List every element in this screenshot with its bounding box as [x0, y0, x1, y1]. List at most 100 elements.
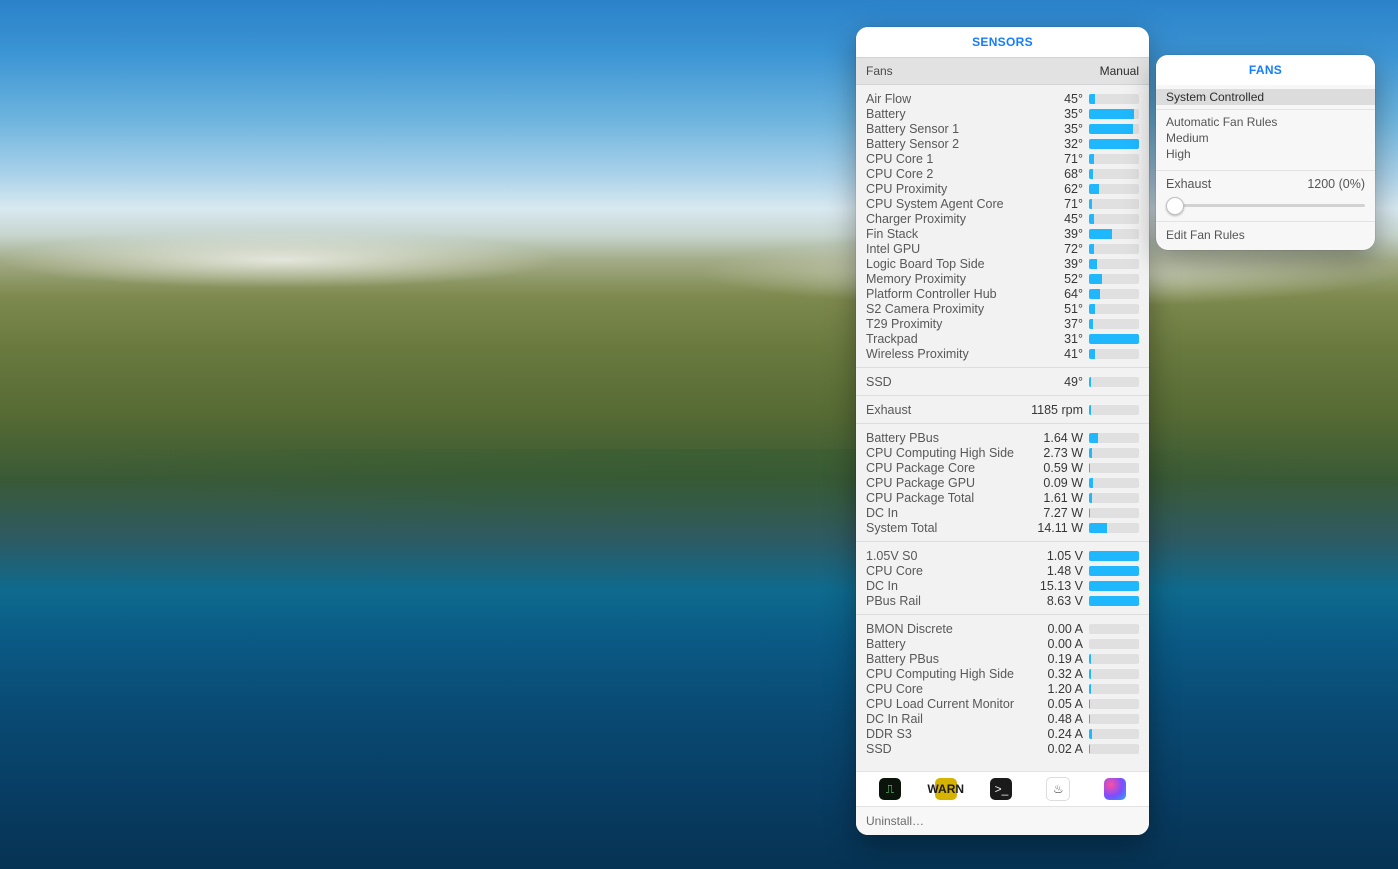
exhaust-label: Exhaust	[1166, 177, 1211, 191]
sensor-name: Battery Sensor 2	[866, 137, 1019, 151]
sensor-name: Intel GPU	[866, 242, 1019, 256]
sensor-row[interactable]: S2 Camera Proximity51°	[866, 301, 1139, 316]
sensor-name: CPU Computing High Side	[866, 667, 1019, 681]
sensor-row[interactable]: T29 Proximity37°	[866, 316, 1139, 331]
sensor-row[interactable]: Battery PBus 0.19 A	[866, 651, 1139, 666]
sensor-value: 8.63 V	[1025, 594, 1083, 608]
sensor-name: CPU Core	[866, 564, 1019, 578]
sensor-row[interactable]: Charger Proximity45°	[866, 211, 1139, 226]
sensor-row[interactable]: Battery PBus1.64 W	[866, 430, 1139, 445]
fans-title: FANS	[1156, 55, 1375, 85]
sensor-group: Battery PBus1.64 WCPU Computing High Sid…	[856, 423, 1149, 541]
sensor-row[interactable]: DDR S30.24 A	[866, 726, 1139, 741]
sensor-row[interactable]: Fin Stack39°	[866, 226, 1139, 241]
sensor-row[interactable]: BMON Discrete0.00 A	[866, 621, 1139, 636]
slider-knob[interactable]	[1166, 197, 1184, 215]
color-sync-icon[interactable]	[1104, 778, 1126, 800]
sensor-group: Air Flow45°Battery35°Battery Sensor 135°…	[856, 85, 1149, 367]
sensor-value: 0.02 A	[1025, 742, 1083, 756]
sensor-row[interactable]: CPU Core 171°	[866, 151, 1139, 166]
fan-preset-item[interactable]: Medium	[1156, 130, 1375, 146]
sensor-row[interactable]: SSD0.02 A	[866, 741, 1139, 756]
sensor-bar	[1089, 229, 1139, 239]
fan-preset-item[interactable]: High	[1156, 146, 1375, 162]
sensor-row[interactable]: Logic Board Top Side39°	[866, 256, 1139, 271]
sensor-name: Battery PBus	[866, 652, 1019, 666]
sensor-row[interactable]: CPU Computing High Side0.32 A	[866, 666, 1139, 681]
sensor-row[interactable]: Trackpad31°	[866, 331, 1139, 346]
sensor-row[interactable]: Battery0.00 A	[866, 636, 1139, 651]
sensor-row[interactable]: CPU Proximity62°	[866, 181, 1139, 196]
sensor-row[interactable]: PBus Rail8.63 V	[866, 593, 1139, 608]
sensor-row[interactable]: Battery Sensor 135°	[866, 121, 1139, 136]
sensor-row[interactable]: DC In15.13 V	[866, 578, 1139, 593]
sensor-row[interactable]: Battery Sensor 232°	[866, 136, 1139, 151]
edit-fan-rules-button[interactable]: Edit Fan Rules	[1156, 221, 1375, 250]
sensor-name: CPU Proximity	[866, 182, 1019, 196]
sensor-row[interactable]: CPU Core 268°	[866, 166, 1139, 181]
sensor-row[interactable]: CPU Core1.48 V	[866, 563, 1139, 578]
sensor-value: 7.27 W	[1025, 506, 1083, 520]
sensor-name: CPU Package GPU	[866, 476, 1019, 490]
fan-mode-row[interactable]: Fans Manual	[856, 57, 1149, 85]
sensor-row[interactable]: CPU Package GPU0.09 W	[866, 475, 1139, 490]
sensor-value: 51°	[1025, 302, 1083, 316]
sensor-row[interactable]: Wireless Proximity41°	[866, 346, 1139, 361]
sensor-name: Logic Board Top Side	[866, 257, 1019, 271]
sensor-value: 52°	[1025, 272, 1083, 286]
sensor-value: 1.05 V	[1025, 549, 1083, 563]
sensor-group: BMON Discrete0.00 ABattery0.00 ABattery …	[856, 614, 1149, 762]
sensor-row[interactable]: SSD49°	[866, 374, 1139, 389]
sensor-row[interactable]: Battery35°	[866, 106, 1139, 121]
sensor-row[interactable]: CPU Package Total1.61 W	[866, 490, 1139, 505]
sensors-panel: SENSORS Fans Manual Air Flow45°Battery35…	[856, 27, 1149, 835]
sensor-row[interactable]: CPU Core1.20 A	[866, 681, 1139, 696]
uninstall-button[interactable]: Uninstall…	[856, 806, 1149, 835]
sensor-bar	[1089, 551, 1139, 561]
sensor-row[interactable]: Exhaust1185 rpm	[866, 402, 1139, 417]
sensor-name: DC In Rail	[866, 712, 1019, 726]
activity-monitor-icon[interactable]: ⎍	[879, 778, 901, 800]
sensor-bar	[1089, 523, 1139, 533]
exhaust-slider[interactable]	[1166, 197, 1365, 213]
sensor-bar	[1089, 581, 1139, 591]
sensor-value: 0.19 A	[1025, 652, 1083, 666]
sensor-bar	[1089, 259, 1139, 269]
sensor-row[interactable]: CPU Load Current Monitor0.05 A	[866, 696, 1139, 711]
sensor-name: CPU Load Current Monitor	[866, 697, 1019, 711]
fan-preset-item[interactable]: Automatic Fan Rules	[1156, 114, 1375, 130]
system-info-icon[interactable]: ♨	[1046, 777, 1070, 801]
sensor-row[interactable]: Air Flow45°	[866, 91, 1139, 106]
sensor-row[interactable]: DC In7.27 W	[866, 505, 1139, 520]
sensor-name: CPU Package Core	[866, 461, 1019, 475]
sensor-bar	[1089, 244, 1139, 254]
sensor-value: 41°	[1025, 347, 1083, 361]
sensor-row[interactable]: DC In Rail0.48 A	[866, 711, 1139, 726]
sensor-list[interactable]: Air Flow45°Battery35°Battery Sensor 135°…	[856, 85, 1149, 771]
sensor-row[interactable]: Intel GPU72°	[866, 241, 1139, 256]
sensor-bar	[1089, 274, 1139, 284]
sensor-bar	[1089, 199, 1139, 209]
sensor-row[interactable]: System Total14.11 W	[866, 520, 1139, 535]
sensor-name: DC In	[866, 579, 1019, 593]
sensor-bar	[1089, 349, 1139, 359]
sensor-row[interactable]: Memory Proximity 52°	[866, 271, 1139, 286]
sensor-bar	[1089, 405, 1139, 415]
sensor-row[interactable]: CPU System Agent Core71°	[866, 196, 1139, 211]
terminal-icon[interactable]: >_	[990, 778, 1012, 800]
sensor-bar	[1089, 169, 1139, 179]
fan-mode-value: Manual	[1100, 64, 1139, 78]
sensor-row[interactable]: CPU Package Core0.59 W	[866, 460, 1139, 475]
sensor-value: 1.64 W	[1025, 431, 1083, 445]
sensor-value: 1185 rpm	[1025, 403, 1083, 417]
console-icon[interactable]: WARN	[935, 778, 957, 800]
sensor-group: SSD49°	[856, 367, 1149, 395]
fan-preset-item[interactable]: System Controlled	[1156, 89, 1375, 105]
sensor-row[interactable]: CPU Computing High Side2.73 W	[866, 445, 1139, 460]
sensor-row[interactable]: Platform Controller Hub64°	[866, 286, 1139, 301]
sensor-name: Memory Proximity	[866, 272, 1019, 286]
sensor-value: 14.11 W	[1025, 521, 1083, 535]
sensor-name: Charger Proximity	[866, 212, 1019, 226]
sensor-bar	[1089, 94, 1139, 104]
sensor-row[interactable]: 1.05V S01.05 V	[866, 548, 1139, 563]
